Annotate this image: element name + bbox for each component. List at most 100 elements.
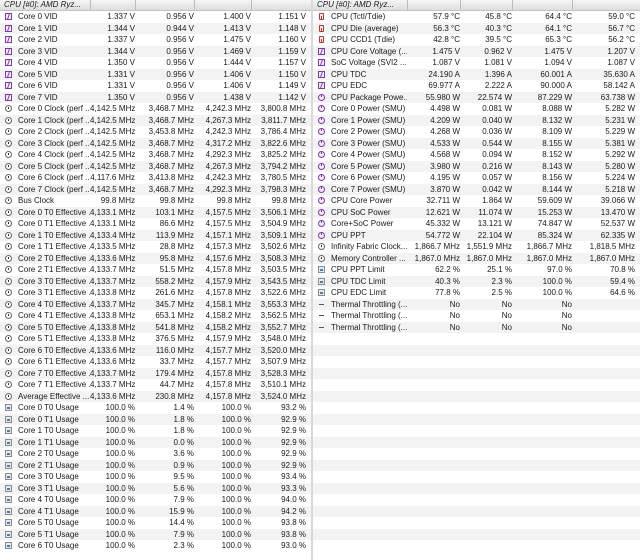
sensor-row[interactable]: Thermal Throttling (... No No No [313, 310, 640, 322]
sensor-row[interactable]: Core 7 Clock (perf ... 4,142.5 MHz 3,468.7… [0, 183, 312, 195]
sensor-row[interactable]: Core 4 Power (SMU) 4.568 W 0.094 W 8.152 W 5… [313, 149, 640, 161]
average-value: 3,553.3 MHz [260, 299, 306, 309]
sensor-row[interactable]: Core 4 T0 Usage 100.0 % 7.9 % 100.0 % 94.0 % [0, 494, 312, 506]
group-header-cpu[interactable]: CPU [#0]: AMD Ryz... [313, 0, 640, 11]
sensor-row[interactable]: Core 6 T0 Effective ... 4,133.6 MHz 116.0 … [0, 344, 312, 356]
average-value: 35.630 A [603, 69, 635, 79]
sensor-row[interactable]: Core 3 T1 Usage 100.0 % 5.6 % 100.0 % 93.3 % [0, 482, 312, 494]
sensor-row[interactable]: Core 2 VID 1.337 V 0.956 V 1.475 V 1.160 V [0, 34, 312, 46]
sensor-label: Core 0 T1 Usage [18, 414, 79, 424]
minimum-value: 0.0 % [173, 437, 194, 447]
sensor-row[interactable]: Core 5 Clock (perf ... 4,142.5 MHz 3,468.7… [0, 160, 312, 172]
sensor-row[interactable]: Thermal Throttling (... No No No [313, 321, 640, 333]
sensor-row[interactable]: Core 5 T1 Usage 100.0 % 7.9 % 100.0 % 93.8 % [0, 528, 312, 540]
sensor-row[interactable]: Core 6 VID 1.331 V 0.956 V 1.406 V 1.149 V [0, 80, 312, 92]
average-value: 1.159 V [278, 46, 306, 56]
sensor-row[interactable]: Average Effective ... 4,133.6 MHz 230.8 MH… [0, 390, 312, 402]
average-value: 94.0 % [281, 495, 306, 504]
sensor-row[interactable]: Core 7 T0 Effective ... 4,133.7 MHz 179.4 … [0, 367, 312, 379]
sensor-row[interactable]: Core 2 T0 Effective ... 4,133.6 MHz 95.8 M… [0, 252, 312, 264]
sensor-row[interactable]: Core 7 Power (SMU) 3.870 W 0.042 W 8.144 W 5… [313, 183, 640, 195]
sensor-row[interactable]: Core 5 T0 Effective ... 4,133.8 MHz 541.8 … [0, 321, 312, 333]
sensor-row[interactable]: Core 0 Power (SMU) 4.498 W 0.081 W 8.088 W 5… [313, 103, 640, 115]
sensor-row[interactable]: Core 5 T0 Usage 100.0 % 14.4 % 100.0 % 93.8 … [0, 517, 312, 529]
sensor-row[interactable]: CPU TDC Limit 40.3 % 2.3 % 100.0 % 59.4 % [313, 275, 640, 287]
minimum-value: 40.3 °C [485, 23, 512, 33]
sensor-row[interactable]: CPU Core Voltage (... 1.475 V 0.962 V 1.475… [313, 45, 640, 57]
sensor-row[interactable]: Bus Clock 99.8 MHz 99.8 MHz 99.8 MHz 99.8 MH… [0, 195, 312, 207]
sensor-row[interactable]: Core 0 T0 Effective ... 4,133.1 MHz 103.1 … [0, 206, 312, 218]
sensor-row[interactable]: Core 0 T0 Usage 100.0 % 1.4 % 100.0 % 93.2 % [0, 402, 312, 414]
sensor-row[interactable]: Core 0 Clock (perf ... 4,142.5 MHz 3,468.7… [0, 103, 312, 115]
average-value: 1.151 V [278, 12, 306, 21]
sensor-row[interactable]: Core 3 VID 1.344 V 0.956 V 1.469 V 1.159 V [0, 45, 312, 57]
sensor-row[interactable]: Core 5 VID 1.331 V 0.956 V 1.406 V 1.150 V [0, 68, 312, 80]
sensor-row[interactable]: Core 2 Clock (perf ... 4,142.5 MHz 3,453.8… [0, 126, 312, 138]
sensor-row[interactable]: Core 1 Clock (perf ... 4,142.5 MHz 3,468.7… [0, 114, 312, 126]
empty-row [313, 494, 640, 506]
sensor-row[interactable]: Thermal Throttling (... No No No [313, 298, 640, 310]
average-value: 59.4 % [610, 276, 635, 286]
minimum-value: 3.6 % [173, 449, 194, 458]
sensor-row[interactable]: CPU Core Power 32.711 W 1.864 W 59.609 W 39.… [313, 195, 640, 207]
sensor-row[interactable]: Core 6 Clock (perf ... 4,117.6 MHz 3,413.8… [0, 172, 312, 184]
column-separator [572, 0, 573, 10]
sensor-row[interactable]: Core 2 T1 Usage 100.0 % 0.9 % 100.0 % 92.9 % [0, 459, 312, 471]
sensor-row[interactable]: Core 3 Clock (perf ... 4,142.5 MHz 3,468.7… [0, 137, 312, 149]
sensor-row[interactable]: CPU PPT 54.772 W 22.104 W 85.324 W 62.335 W [313, 229, 640, 241]
sensor-row[interactable]: Core 4 VID 1.350 V 0.956 V 1.444 V 1.157 V [0, 57, 312, 69]
empty-row [313, 356, 640, 368]
sensor-row[interactable]: Core+SoC Power 45.332 W 13.121 W 74.847 W 52… [313, 218, 640, 230]
sensor-row[interactable]: Core 4 T0 Effective ... 4,133.7 MHz 345.7 … [0, 298, 312, 310]
sensor-row[interactable]: Core 1 T0 Effective ... 4,133.4 MHz 113.9 … [0, 229, 312, 241]
sensor-row[interactable]: SoC Voltage (SVI2 ... 1.087 V 1.081 V 1.094… [313, 57, 640, 69]
sensor-row[interactable]: CPU Package Powe... 55.980 W 22.574 W 87.22… [313, 91, 640, 103]
current-value: 4,133.5 MHz [90, 242, 135, 251]
sensor-row[interactable]: Core 4 T1 Effective ... 4,133.8 MHz 653.1 … [0, 310, 312, 322]
sensor-row[interactable]: Core 6 T1 Effective ... 4,133.6 MHz 33.7 M… [0, 356, 312, 368]
sensor-row[interactable]: Core 4 Clock (perf ... 4,142.5 MHz 3,468.7… [0, 149, 312, 161]
sensor-row[interactable]: Core 0 T1 Usage 100.0 % 1.8 % 100.0 % 92.9 % [0, 413, 312, 425]
sensor-row[interactable]: Core 1 T0 Usage 100.0 % 1.8 % 100.0 % 92.9 % [0, 425, 312, 437]
sensor-row[interactable]: Core 1 VID 1.344 V 0.944 V 1.413 V 1.148 V [0, 22, 312, 34]
sensor-row[interactable]: CPU EDC 69.977 A 2.222 A 90.000 A 58.142 A [313, 80, 640, 92]
sensor-row[interactable]: Core 7 T1 Effective ... 4,133.7 MHz 44.7 M… [0, 379, 312, 391]
sensor-row[interactable]: CPU (Tctl/Tdie) 57.9 °C 45.8 °C 64.4 °C 59.0… [313, 11, 640, 23]
sensor-row[interactable]: Core 7 VID 1.350 V 0.956 V 1.438 V 1.142 V [0, 91, 312, 103]
sensor-row[interactable]: Infinity Fabric Clock... 1,866.7 MHz 1,551… [313, 241, 640, 253]
sensor-row[interactable]: Memory Controller ... 1,867.0 MHz 1,867.0 … [313, 252, 640, 264]
sensor-row[interactable]: Core 5 T1 Effective ... 4,133.8 MHz 376.5 … [0, 333, 312, 345]
sensor-row[interactable]: Core 1 T1 Effective ... 4,133.5 MHz 28.8 M… [0, 241, 312, 253]
sensor-row[interactable]: CPU EDC Limit 77.8 % 2.5 % 100.0 % 64.6 % [313, 287, 640, 299]
sensor-row[interactable]: Core 1 Power (SMU) 4.209 W 0.040 W 8.132 W 5… [313, 114, 640, 126]
sensor-row[interactable]: Core 3 T0 Effective ... 4,133.7 MHz 558.2 … [0, 275, 312, 287]
sensor-row[interactable]: Core 6 Power (SMU) 4.195 W 0.057 W 8.156 W 5… [313, 172, 640, 184]
empty-row [313, 344, 640, 356]
sensor-row[interactable]: Core 3 T1 Effective ... 4,133.8 MHz 261.6 … [0, 287, 312, 299]
sensor-row[interactable]: Core 4 T1 Usage 100.0 % 15.9 % 100.0 % 94.2 … [0, 505, 312, 517]
group-header-cpu[interactable]: CPU [#0]: AMD Ryz... [0, 0, 312, 11]
average-value: 5.292 W [605, 150, 635, 159]
sensor-row[interactable]: Core 3 T0 Usage 100.0 % 9.5 % 100.0 % 93.4 % [0, 471, 312, 483]
sensor-row[interactable]: CPU PPT Limit 62.2 % 25.1 % 97.0 % 70.8 % [313, 264, 640, 276]
column-separator [512, 0, 513, 10]
sensor-row[interactable]: Core 0 T1 Effective ... 4,133.1 MHz 86.6 M… [0, 218, 312, 230]
sensor-row[interactable]: CPU TDC 24.190 A 1.396 A 60.001 A 35.630 A [313, 68, 640, 80]
sensor-row[interactable]: CPU Die (average) 56.3 °C 40.3 °C 64.1 °C 56… [313, 22, 640, 34]
sensor-row[interactable]: Core 5 Power (SMU) 3.980 W 0.216 W 8.143 W 5… [313, 160, 640, 172]
average-value: 1,867.0 MHz [589, 253, 635, 263]
sensor-row[interactable]: Core 1 T1 Usage 100.0 % 0.0 % 100.0 % 92.9 % [0, 436, 312, 448]
sensor-label: Core 5 T0 Usage [18, 518, 79, 527]
sensor-row[interactable]: CPU CCD1 (Tdie) 42.8 °C 39.5 °C 65.3 °C 56.2… [313, 34, 640, 46]
sensor-label: CPU PPT Limit [331, 265, 385, 274]
sensor-row[interactable]: Core 2 T1 Effective ... 4,133.7 MHz 51.5 M… [0, 264, 312, 276]
sensor-row[interactable]: Core 2 T0 Usage 100.0 % 3.6 % 100.0 % 92.9 % [0, 448, 312, 460]
current-value: 100.0 % [105, 403, 135, 412]
usage-icon [318, 277, 325, 285]
sensor-row[interactable]: Core 2 Power (SMU) 4.268 W 0.036 W 8.109 W 5… [313, 126, 640, 138]
current-value: 40.3 % [435, 276, 460, 286]
sensor-row[interactable]: CPU SoC Power 12.621 W 11.074 W 15.253 W 13.… [313, 206, 640, 218]
sensor-row[interactable]: Core 6 T0 Usage 100.0 % 2.3 % 100.0 % 93.0 % [0, 540, 312, 552]
sensor-row[interactable]: Core 0 VID 1.337 V 0.956 V 1.400 V 1.151 V [0, 11, 312, 23]
sensor-row[interactable]: Core 3 Power (SMU) 4.533 W 0.544 W 8.155 W 5… [313, 137, 640, 149]
